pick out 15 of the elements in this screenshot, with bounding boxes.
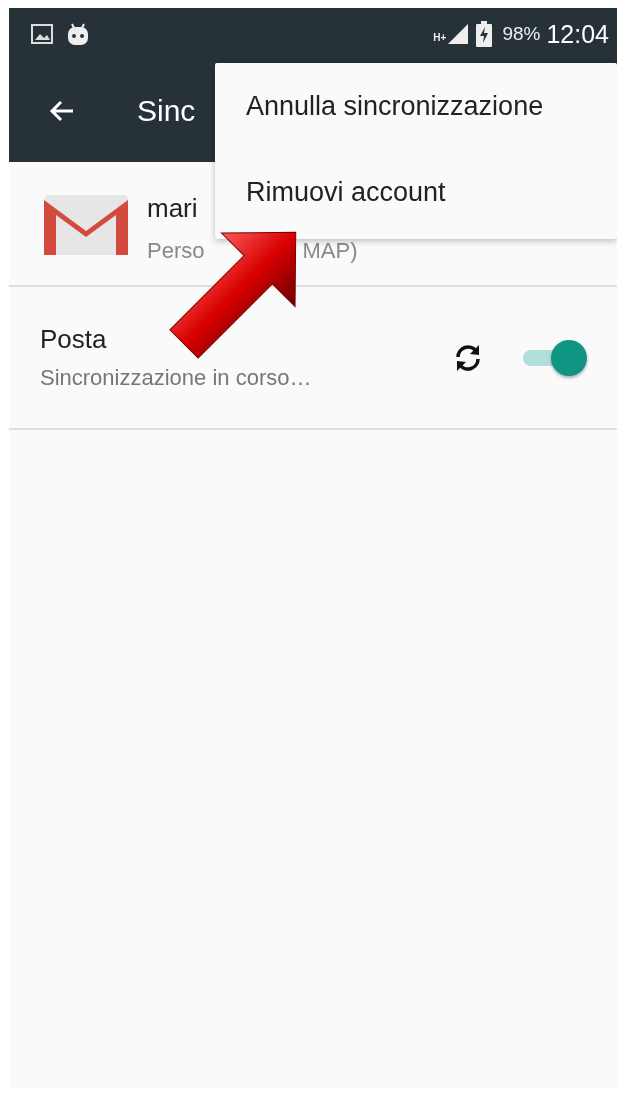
robot-icon (67, 22, 89, 46)
account-type: MAP) (302, 238, 358, 264)
account-type: Perso (147, 238, 205, 264)
image-icon (31, 24, 53, 44)
battery-percent: 98% (502, 23, 541, 45)
clock: 12:04 (546, 19, 609, 49)
menu-item[interactable]: Rimuovi account (215, 149, 617, 235)
sync-item-title: Posta (40, 324, 108, 355)
battery-charging-icon (476, 21, 493, 47)
sync-status: Sincronizzazione in corso… (40, 365, 313, 391)
network-label: H+ (433, 31, 447, 43)
account-name: mari (147, 193, 198, 224)
menu-item[interactable]: Annulla sincronizzazione (215, 63, 617, 149)
signal-icon (446, 22, 471, 46)
page-title: Sinc (137, 94, 196, 128)
